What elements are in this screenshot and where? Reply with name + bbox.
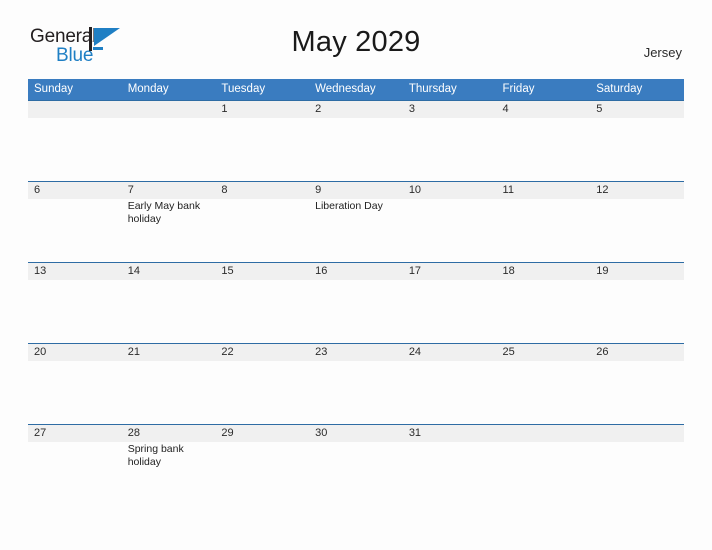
weekday-header-row: Sunday Monday Tuesday Wednesday Thursday… [28,79,684,100]
day-number [497,424,591,427]
day-number: 8 [221,184,228,196]
day-number: 15 [221,265,234,277]
day-number: 31 [408,427,422,439]
day-number: 2 [315,103,322,115]
day-cell[interactable]: 23 [309,343,403,424]
calendar-week-row: 20 21 22 23 24 25 26 [28,343,684,424]
day-cell[interactable]: 13 [28,262,122,343]
day-number: 29 [221,427,234,439]
day-number: 16 [315,265,328,277]
day-number: 14 [127,265,140,277]
day-cell[interactable]: 6 [28,181,122,262]
day-number: 20 [34,346,47,358]
day-event-label: Spring bank holiday [127,443,184,468]
calendar-week-row: 6 7 Early May bank holiday 8 9 Liberation Day… [28,181,684,262]
day-cell[interactable]: 14 [121,262,216,343]
day-cell[interactable]: 16 [309,262,403,343]
day-number: 4 [502,103,509,115]
weekday-header-friday: Friday [496,79,591,100]
weekday-header-monday: Monday [121,79,216,100]
day-cell[interactable]: 5 [590,100,684,181]
day-number: 5 [596,103,603,115]
day-number: 3 [408,103,415,115]
day-number: 18 [502,265,515,277]
day-number: 22 [221,346,234,358]
month-calendar-grid: Sunday Monday Tuesday Wednesday Thursday… [28,79,684,505]
weekday-header-sunday: Sunday [28,79,122,100]
day-number: 25 [502,346,515,358]
day-cell[interactable]: 12 [590,181,684,262]
day-cell[interactable]: 29 [215,424,310,505]
day-cell[interactable]: 26 [590,343,684,424]
weekday-header-tuesday: Tuesday [215,79,310,100]
day-cell[interactable]: 4 [496,100,591,181]
day-cell[interactable]: 25 [496,343,591,424]
day-cell[interactable]: 19 [590,262,684,343]
day-number: 9 [315,184,322,196]
calendar-week-row: 1 2 3 4 5 [28,100,684,181]
day-cell[interactable]: 1 [215,100,310,181]
calendar-week-row: 27 28 Spring bank holiday 29 30 31 [28,424,684,505]
day-cell[interactable]: 27 [28,424,122,505]
day-cell[interactable]: 8 [215,181,310,262]
day-cell[interactable]: 24 [402,343,497,424]
day-number: 27 [34,427,47,439]
calendar-body: 1 2 3 4 5 6 7 Early May bank holiday 8 9 Liberatio… [28,100,684,505]
day-cell[interactable]: 31 [402,424,497,505]
day-number: 17 [408,265,422,277]
day-number: 23 [315,346,328,358]
day-number [122,100,216,103]
calendar-week-row: 13 14 15 16 17 18 19 [28,262,684,343]
weekday-header-saturday: Saturday [590,79,684,100]
weekday-header-thursday: Thursday [402,79,497,100]
day-number: 13 [34,265,47,277]
day-cell[interactable]: 10 [402,181,497,262]
day-cell[interactable]: 30 [309,424,403,505]
day-cell[interactable]: 22 [215,343,310,424]
day-cell[interactable]: 21 [121,343,216,424]
day-number [590,424,684,427]
day-cell[interactable]: 11 [496,181,591,262]
day-number: 21 [127,346,140,358]
page-header: General Blue May 2029 Jersey [0,0,712,66]
day-number: 24 [408,346,422,358]
day-cell[interactable]: 7 Early May bank holiday [121,181,216,262]
day-number: 28 [127,427,140,439]
page-title: May 2029 [291,26,421,58]
day-number: 1 [221,103,228,115]
day-cell-empty [590,424,684,505]
day-cell[interactable]: 15 [215,262,310,343]
day-number: 26 [596,346,609,358]
day-number: 19 [596,265,609,277]
day-cell[interactable]: 20 [28,343,122,424]
day-cell-empty [121,100,216,181]
day-cell[interactable]: 28 Spring bank holiday [121,424,216,505]
day-cell[interactable]: 3 [402,100,497,181]
day-event-label: Liberation Day [315,200,383,212]
day-number: 30 [315,427,328,439]
day-number [28,100,122,103]
day-number: 7 [127,184,134,196]
day-cell[interactable]: 18 [496,262,591,343]
day-number: 6 [34,184,41,196]
region-label: Jersey [643,45,682,60]
day-number: 12 [596,184,609,196]
day-cell-empty [28,100,122,181]
day-event-label: Early May bank holiday [127,200,201,225]
weekday-header-wednesday: Wednesday [309,79,403,100]
day-number: 11 [502,184,514,196]
day-cell[interactable]: 9 Liberation Day [309,181,403,262]
day-cell[interactable]: 2 [309,100,403,181]
day-number: 10 [408,184,422,196]
day-cell-empty [496,424,591,505]
day-cell[interactable]: 17 [402,262,497,343]
calendar-page: General Blue May 2029 Jersey Sunday Mond… [0,0,712,550]
